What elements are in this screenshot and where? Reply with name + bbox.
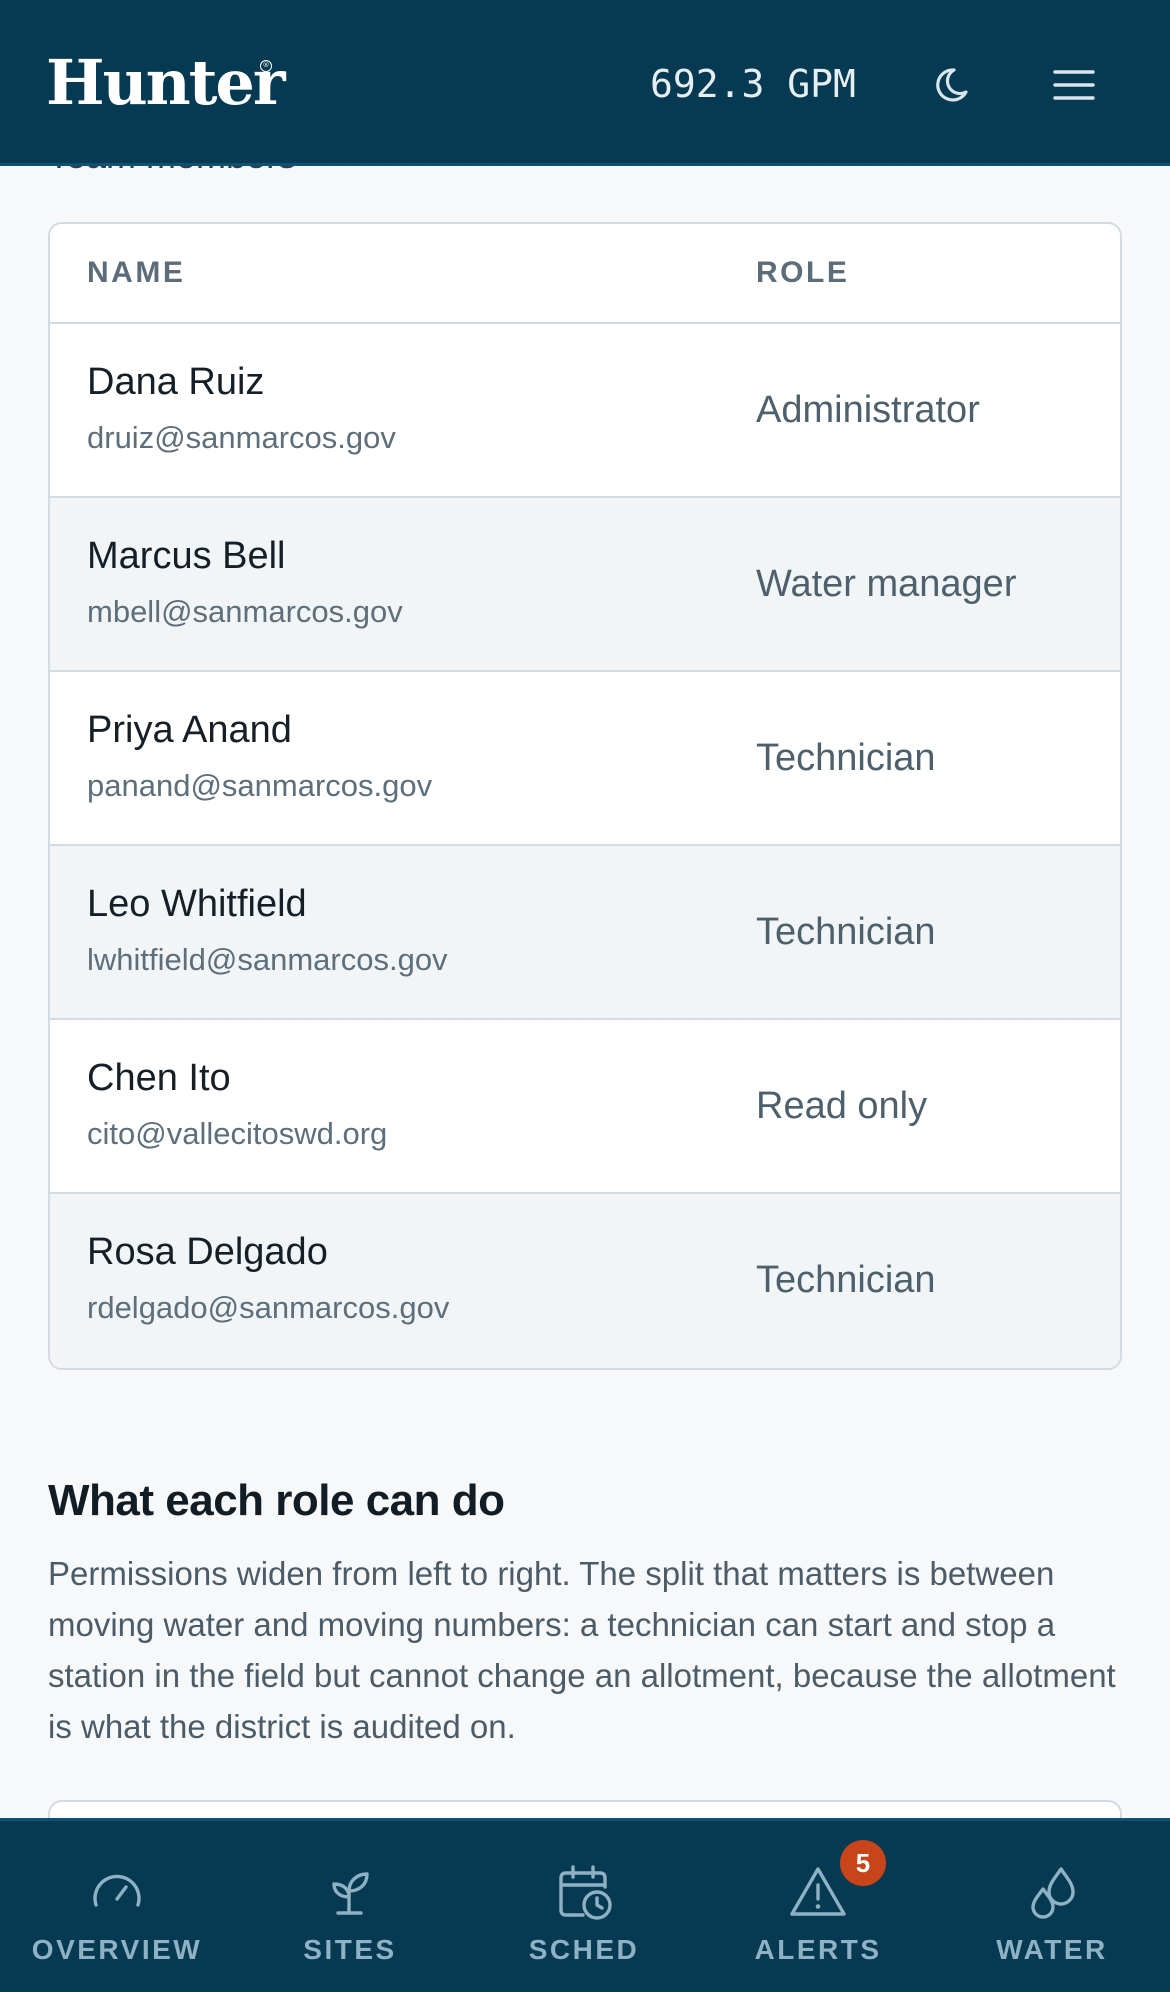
table-header: NAME ROLE (50, 224, 1120, 324)
nav-water[interactable]: WATER (972, 1821, 1132, 1992)
nav-sites[interactable]: SITES (270, 1821, 430, 1992)
table-row[interactable]: Priya Anand panand@sanmarcos.gov Technic… (50, 672, 1120, 846)
table-row[interactable]: Marcus Bell mbell@sanmarcos.gov Water ma… (50, 498, 1120, 672)
flow-reading: 692.3 GPM (650, 62, 856, 106)
sprout-icon (332, 1872, 369, 1915)
user-name: Chen Ito (87, 1057, 231, 1099)
warning-triangle-icon (790, 1867, 846, 1916)
app-header: Hunter ® 692.3 GPM (0, 0, 1170, 166)
menu-button[interactable] (1042, 53, 1106, 117)
user-name: Leo Whitfield (87, 883, 307, 925)
registered-mark: ® (260, 60, 272, 72)
nav-overview[interactable]: OVERVIEW (20, 1821, 214, 1992)
hunter-logo[interactable]: Hunter (46, 48, 285, 118)
user-email: mbell@sanmarcos.gov (87, 594, 403, 629)
user-email: cito@vallecitoswd.org (87, 1116, 388, 1151)
table-row[interactable]: Rosa Delgado rdelgado@sanmarcos.gov Tech… (50, 1194, 1120, 1368)
user-name: Dana Ruiz (87, 361, 265, 403)
gauge-icon (93, 1874, 141, 1907)
roles-section-title: What each role can do (48, 1476, 505, 1525)
hamburger-menu-icon (1053, 70, 1095, 100)
user-role: Technician (756, 1259, 936, 1301)
nav-schedule[interactable]: SCHED (504, 1821, 664, 1992)
user-email: druiz@sanmarcos.gov (87, 420, 396, 455)
user-email: lwhitfield@sanmarcos.gov (87, 942, 448, 977)
user-role: Read only (756, 1085, 928, 1127)
user-name: Marcus Bell (87, 535, 286, 577)
user-name: Priya Anand (87, 709, 292, 751)
user-role: Water manager (756, 563, 1017, 605)
user-role: Technician (756, 737, 936, 779)
nav-label: ALERTS (754, 1934, 882, 1965)
user-role: Technician (756, 911, 936, 953)
calendar-clock-icon (559, 1865, 612, 1920)
table-row[interactable]: Chen Ito cito@vallecitoswd.org Read only (50, 1020, 1120, 1194)
table-row[interactable]: Dana Ruiz druiz@sanmarcos.gov Administra… (50, 324, 1120, 498)
water-drops-icon (1031, 1867, 1075, 1919)
nav-label: SCHED (528, 1934, 640, 1965)
user-name: Rosa Delgado (87, 1231, 328, 1273)
user-role: Administrator (756, 389, 980, 431)
user-email: panand@sanmarcos.gov (87, 768, 433, 803)
column-header-name[interactable]: NAME (87, 258, 185, 288)
table-row[interactable]: Leo Whitfield lwhitfield@sanmarcos.gov T… (50, 846, 1120, 1020)
nav-label: WATER (996, 1934, 1108, 1965)
moon-icon (936, 68, 968, 102)
alerts-count-badge: 5 (840, 1840, 886, 1886)
column-header-role[interactable]: ROLE (756, 258, 849, 288)
nav-label: SITES (303, 1934, 397, 1965)
users-table: NAME ROLE Dana Ruiz druiz@sanmarcos.gov … (48, 222, 1122, 1370)
theme-toggle-button[interactable] (924, 53, 988, 117)
roles-section-description: Permissions widen from left to right. Th… (48, 1555, 1116, 1745)
nav-label: OVERVIEW (31, 1934, 203, 1965)
user-email: rdelgado@sanmarcos.gov (87, 1290, 450, 1325)
bottom-navigation: OVERVIEW SITES SCHED ALERTS WATER (0, 1818, 1170, 1992)
